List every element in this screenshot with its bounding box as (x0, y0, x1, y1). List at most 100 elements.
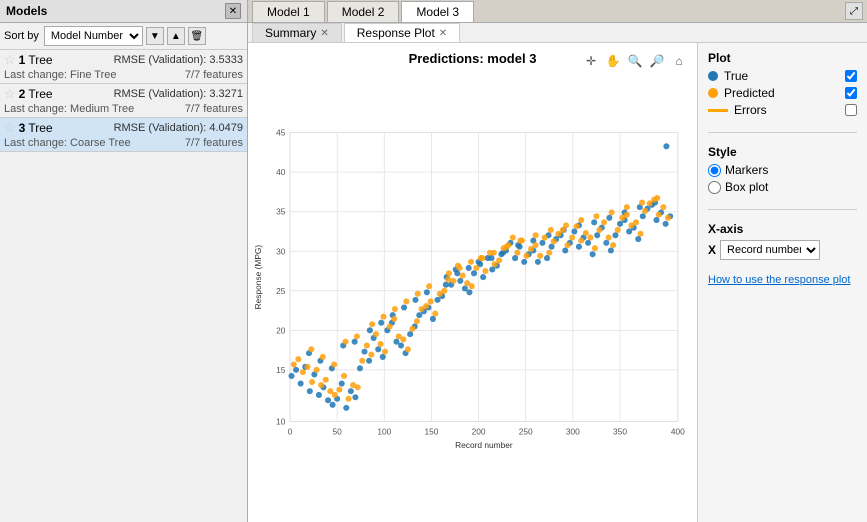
svg-text:150: 150 (424, 426, 438, 436)
model-tab-bar: Model 1 Model 2 Model 3 ⤢ (248, 0, 867, 23)
legend-predicted-checkbox[interactable] (845, 87, 857, 99)
style-section: Style Markers Box plot (708, 145, 857, 197)
xaxis-label: X (708, 243, 716, 257)
star-icon-1[interactable]: ☆ (4, 52, 16, 68)
legend-predicted-label: Predicted (724, 86, 839, 100)
legend-errors: Errors (708, 103, 857, 117)
xaxis-section-title: X-axis (708, 222, 857, 236)
delete-btn[interactable]: 🗑 (188, 27, 206, 45)
content-area: Predictions: model 3 ✛ ✋ 🔍 🔎 ⌂ (248, 43, 867, 522)
models-panel-title: Models (6, 4, 47, 18)
svg-text:30: 30 (276, 246, 286, 256)
radio-boxplot: Box plot (708, 180, 857, 194)
model-num-1: 1 (19, 53, 26, 67)
chart-area: 45 40 35 30 25 20 15 10 0 50 100 150 200 (252, 70, 693, 507)
model-type-3: Tree (28, 121, 52, 135)
tab-summary[interactable]: Summary ✕ (252, 23, 342, 42)
tab-response-plot-close[interactable]: ✕ (439, 28, 447, 39)
tab-summary-label: Summary (265, 26, 316, 40)
scatter-plot-svg: 45 40 35 30 25 20 15 10 0 50 100 150 200 (252, 70, 693, 507)
star-icon-3[interactable]: ☆ (4, 120, 16, 136)
svg-text:10: 10 (276, 417, 286, 427)
svg-text:25: 25 (276, 286, 286, 296)
model-list: ☆ 1 Tree RMSE (Validation): 3.5333 Last … (0, 50, 247, 522)
svg-text:Record number: Record number (455, 440, 513, 450)
svg-text:50: 50 (333, 426, 343, 436)
rmse-2: RMSE (Validation): 3.3271 (114, 88, 243, 100)
rmse-3: RMSE (Validation): 4.0479 (114, 122, 243, 134)
pan-tool-btn[interactable]: ✋ (603, 51, 623, 71)
svg-text:15: 15 (276, 365, 286, 375)
models-panel-close[interactable]: ✕ (225, 3, 241, 19)
xaxis-section: X-axis X Record number Index (708, 222, 857, 260)
model-item-2[interactable]: ☆ 2 Tree RMSE (Validation): 3.3271 Last … (0, 84, 247, 118)
models-panel: Models ✕ Sort by Model Number RMSE Name … (0, 0, 248, 522)
radio-boxplot-label: Box plot (725, 180, 768, 194)
zoom-out-btn[interactable]: 🔎 (647, 51, 667, 71)
tab-model-1[interactable]: Model 1 (252, 1, 325, 22)
features-3: 7/7 features (185, 137, 243, 149)
legend-predicted: Predicted (708, 86, 857, 100)
svg-text:Response (MPG): Response (MPG) (253, 245, 263, 310)
xaxis-select[interactable]: Record number Index (720, 240, 820, 260)
model-num-2: 2 (19, 87, 26, 101)
help-link[interactable]: How to use the response plot (708, 274, 857, 286)
plot-legend-section: Plot True Predicted Errors (708, 51, 857, 120)
features-2: 7/7 features (185, 103, 243, 115)
right-panel: Model 1 Model 2 Model 3 ⤢ Summary ✕ Resp… (248, 0, 867, 522)
legend-errors-line (708, 109, 728, 112)
svg-text:20: 20 (276, 325, 286, 335)
model-type-1: Tree (28, 53, 52, 67)
sortby-label: Sort by (4, 30, 39, 42)
legend-true: True (708, 69, 857, 83)
model-type-2: Tree (28, 87, 52, 101)
plot-container: Predictions: model 3 ✛ ✋ 🔍 🔎 ⌂ (248, 43, 697, 522)
svg-text:200: 200 (472, 426, 486, 436)
divider-2 (708, 209, 857, 210)
radio-markers-label: Markers (725, 163, 768, 177)
sort-asc-btn[interactable]: ▼ (146, 27, 164, 45)
last-change-2: Last change: Medium Tree (4, 103, 134, 115)
tab-summary-close[interactable]: ✕ (320, 28, 328, 39)
sortby-bar: Sort by Model Number RMSE Name ▼ ▲ 🗑 (0, 23, 247, 50)
radio-markers: Markers (708, 163, 857, 177)
legend-true-dot (708, 71, 718, 81)
tab-model-3[interactable]: Model 3 (401, 1, 474, 22)
svg-text:35: 35 (276, 207, 286, 217)
svg-text:300: 300 (566, 426, 580, 436)
radio-markers-input[interactable] (708, 164, 721, 177)
svg-text:400: 400 (671, 426, 685, 436)
tab-response-plot-label: Response Plot (357, 26, 435, 40)
models-panel-header: Models ✕ (0, 0, 247, 23)
style-section-title: Style (708, 145, 857, 159)
svg-text:250: 250 (519, 426, 533, 436)
right-sidebar: Plot True Predicted Errors (697, 43, 867, 522)
model-num-3: 3 (19, 121, 26, 135)
svg-text:350: 350 (613, 426, 627, 436)
last-change-3: Last change: Coarse Tree (4, 137, 131, 149)
expand-btn[interactable]: ⤢ (845, 2, 863, 20)
svg-text:40: 40 (276, 167, 286, 177)
tab-model-2[interactable]: Model 2 (327, 1, 400, 22)
last-change-1: Last change: Fine Tree (4, 69, 117, 81)
legend-errors-label: Errors (734, 103, 839, 117)
zoom-in-btn[interactable]: 🔍 (625, 51, 645, 71)
model-item-1[interactable]: ☆ 1 Tree RMSE (Validation): 3.5333 Last … (0, 50, 247, 84)
star-icon-2[interactable]: ☆ (4, 86, 16, 102)
legend-predicted-dot (708, 88, 718, 98)
select-tool-btn[interactable]: ✛ (581, 51, 601, 71)
sort-desc-btn[interactable]: ▲ (167, 27, 185, 45)
legend-true-label: True (724, 69, 839, 83)
home-btn[interactable]: ⌂ (669, 51, 689, 71)
model-item-3[interactable]: ☆ 3 Tree RMSE (Validation): 4.0479 Last … (0, 118, 247, 152)
plot-toolbar: ✛ ✋ 🔍 🔎 ⌂ (581, 51, 689, 71)
radio-boxplot-input[interactable] (708, 181, 721, 194)
xaxis-row: X Record number Index (708, 240, 857, 260)
sortby-select[interactable]: Model Number RMSE Name (44, 26, 143, 46)
plot-section-title: Plot (708, 51, 857, 65)
tab-response-plot[interactable]: Response Plot ✕ (344, 23, 460, 42)
svg-text:0: 0 (288, 426, 293, 436)
legend-errors-checkbox[interactable] (845, 104, 857, 116)
svg-text:45: 45 (276, 128, 286, 138)
legend-true-checkbox[interactable] (845, 70, 857, 82)
